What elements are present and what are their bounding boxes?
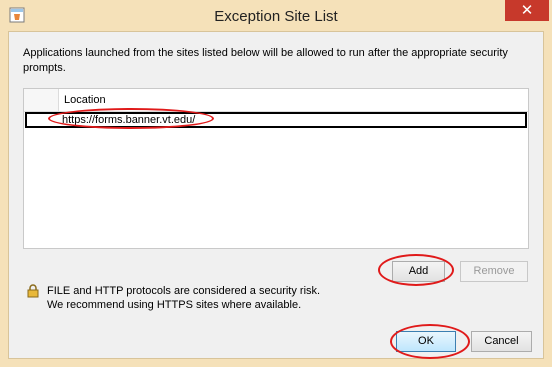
dialog-content: Applications launched from the sites lis… bbox=[8, 31, 544, 359]
title-bar[interactable]: Exception Site List ✕ bbox=[0, 0, 552, 32]
close-button[interactable]: ✕ bbox=[505, 0, 549, 21]
row-header-cell bbox=[27, 114, 59, 126]
row-header-cell bbox=[24, 89, 59, 111]
location-column-header[interactable]: Location bbox=[64, 94, 106, 106]
location-input[interactable] bbox=[62, 113, 462, 127]
description-text: Applications launched from the sites lis… bbox=[23, 47, 508, 74]
ok-button[interactable]: OK bbox=[396, 331, 456, 352]
window-title: Exception Site List bbox=[214, 8, 338, 25]
remove-button[interactable]: Remove bbox=[460, 261, 528, 282]
table-row[interactable] bbox=[25, 112, 527, 128]
site-list-table: Location bbox=[23, 88, 529, 249]
warning-line-1: FILE and HTTP protocols are considered a… bbox=[47, 285, 321, 297]
security-warning: FILE and HTTP protocols are considered a… bbox=[47, 284, 367, 312]
padlock-icon bbox=[27, 284, 39, 298]
warning-line-2: We recommend using HTTPS sites where ava… bbox=[47, 299, 302, 311]
exception-site-list-window: Exception Site List ✕ Applications launc… bbox=[0, 0, 552, 367]
table-header: Location bbox=[24, 89, 528, 112]
cancel-button[interactable]: Cancel bbox=[471, 331, 532, 352]
add-button[interactable]: Add bbox=[392, 261, 445, 282]
